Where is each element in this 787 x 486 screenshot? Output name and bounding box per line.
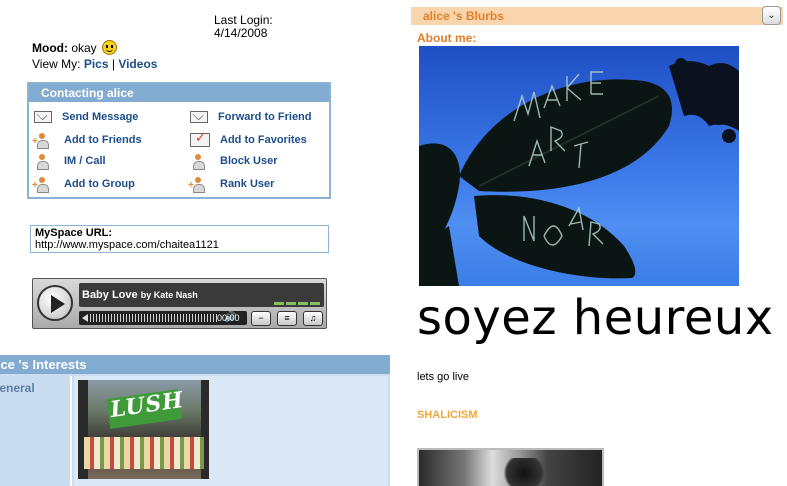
send-message-link[interactable]: Send Message [34,111,138,123]
myspace-url-value[interactable]: http://www.myspace.com/chaitea1121 [35,239,324,251]
level-meter [274,302,322,305]
blurb-heading: soyez heureux [417,290,774,346]
interests-title: alice 's Interests [0,357,87,372]
add-to-favorites-link[interactable]: Add to Favorites [190,130,307,147]
view-my-label: View My: [32,57,81,71]
im-call-link[interactable]: IM / Call [34,154,106,170]
forward-to-friend-link[interactable]: Forward to Friend [190,111,312,123]
interests-content: LUSH [74,376,388,486]
blurb-subheading: SHALICISM [417,409,478,421]
play-button[interactable] [37,285,73,321]
myspace-url-label: MySpace URL: [35,227,113,239]
chevron-down-icon[interactable]: ⌄ [762,6,781,25]
contact-item-label: Rank User [220,178,275,190]
song-title: Baby Love [82,289,138,301]
add-friend-icon: + [32,133,54,149]
forward-envelope-icon [190,111,208,123]
rewind-icon[interactable] [82,314,88,322]
favorites-check-icon [190,130,210,147]
interests-category: General [0,376,72,486]
music-player: Baby Love by Kate Nash 🔊 00:00 − ≡ ♫ [32,278,327,329]
store-shelf [84,437,204,469]
playlist-button[interactable]: ≡ [277,311,297,326]
last-login-date: 4/14/2008 [214,26,268,40]
mood-label: Mood: [32,41,68,55]
contact-box-title: Contacting alice [29,84,329,102]
contact-item-label: Add to Favorites [220,134,307,146]
contact-item-label: Add to Friends [64,134,142,146]
last-login: Last Login: 4/14/2008 [214,14,304,40]
contact-item-label: Send Message [62,111,139,123]
contact-item-label: Block User [220,155,278,167]
im-call-icon [34,154,54,170]
contact-item-label: Add to Group [64,178,135,190]
rank-user-link[interactable]: + Rank User [188,177,275,193]
contact-box: Contacting alice Send Message Forward to… [27,82,331,199]
smiley-icon [102,40,118,55]
mood-value: okay [71,41,97,55]
minus-button[interactable]: − [251,311,271,326]
bw-photo [417,448,604,486]
block-user-icon [190,154,210,170]
time-display: 00:00 [217,313,240,323]
lush-store-image[interactable]: LUSH [78,380,209,479]
song-title-bar: Baby Love by Kate Nash [79,283,324,307]
interests-header: alice 's Interests [0,355,390,374]
interests-body: General LUSH [0,374,390,486]
contact-item-label: Forward to Friend [218,111,312,123]
blurb-text: lets go live [417,371,469,383]
song-artist: by Kate Nash [140,290,198,300]
contact-item-label: IM / Call [64,155,106,167]
view-videos-link[interactable]: Videos [118,57,157,71]
about-me-label: About me: [417,31,477,45]
view-my: View My: Pics | Videos [32,57,157,71]
add-to-friends-link[interactable]: + Add to Friends [32,133,142,149]
add-group-icon: + [32,177,54,193]
interests-category-label: General [0,381,35,395]
seek-track[interactable] [90,314,218,322]
myspace-url-box: MySpace URL: http://www.myspace.com/chai… [30,225,329,253]
add-to-group-link[interactable]: + Add to Group [32,177,135,193]
blurbs-title: alice 's Blurbs [423,9,504,23]
view-pics-link[interactable]: Pics [84,57,109,71]
leaf-photo [419,46,739,286]
blurbs-header: alice 's Blurbs [411,7,783,25]
envelope-icon [34,111,52,123]
rank-user-icon: + [188,177,210,193]
block-user-link[interactable]: Block User [190,154,278,170]
view-separator: | [111,57,115,71]
mood: Mood: okay [32,40,118,56]
music-note-button[interactable]: ♫ [303,311,323,326]
